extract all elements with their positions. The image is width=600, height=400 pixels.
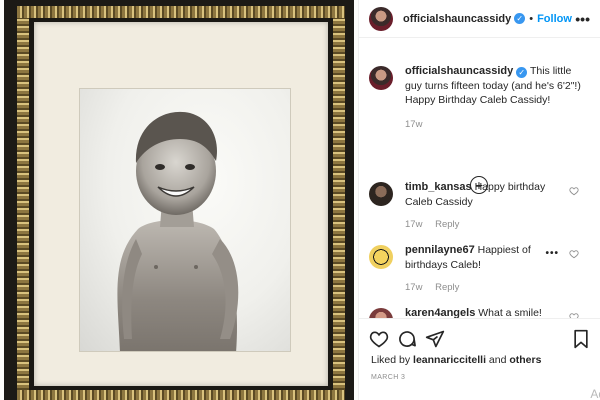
- caption-username[interactable]: officialshauncassidy: [405, 65, 513, 77]
- commenter-avatar[interactable]: [369, 245, 393, 269]
- more-options-icon[interactable]: •••: [575, 11, 590, 27]
- follow-button[interactable]: Follow: [537, 13, 572, 25]
- comment-text: What a smile!: [478, 307, 542, 318]
- post-sidebar: officialshauncassidy ✓ • Follow ••• offi…: [358, 0, 600, 400]
- post-date[interactable]: MARCH 3: [371, 374, 405, 381]
- liked-by-others-link[interactable]: others: [509, 354, 541, 366]
- verified-badge-icon: ✓: [516, 67, 528, 78]
- verified-badge-icon: ✓: [514, 13, 526, 24]
- comment-bubble-icon[interactable]: [397, 329, 417, 349]
- commenter-avatar[interactable]: [369, 308, 393, 318]
- liked-by-and: and: [488, 354, 507, 366]
- commenter-avatar[interactable]: [369, 182, 393, 206]
- comment-options-icon[interactable]: •••: [545, 248, 559, 259]
- follow-separator: •: [529, 12, 534, 25]
- commenter-username[interactable]: pennilayne67: [405, 244, 475, 256]
- like-comment-heart-icon[interactable]: [569, 186, 579, 196]
- comment-item: timb_kansas Happy birthday Caleb Cassidy…: [369, 180, 591, 233]
- owner-username[interactable]: officialshauncassidy: [403, 13, 511, 25]
- save-bookmark-icon[interactable]: [571, 329, 591, 349]
- child-portrait-photo: [79, 88, 291, 352]
- post-header: officialshauncassidy ✓ • Follow •••: [359, 0, 600, 38]
- reply-button[interactable]: Reply: [435, 282, 459, 293]
- liked-by-summary[interactable]: Liked by leannariccitelli and others: [371, 354, 541, 366]
- commenter-username[interactable]: timb_kansas: [405, 181, 472, 193]
- like-comment-heart-icon[interactable]: [569, 249, 579, 259]
- liked-by-prefix: Liked by: [371, 354, 411, 366]
- post-actions: Liked by leannariccitelli and others MAR…: [359, 318, 600, 400]
- comment-age[interactable]: 17w: [405, 219, 422, 230]
- caption: officialshauncassidy ✓ This little guy tu…: [369, 64, 591, 132]
- comment-item: karen4angels What a smile!: [369, 306, 591, 318]
- owner-avatar[interactable]: [369, 6, 393, 31]
- like-heart-icon[interactable]: [369, 329, 389, 349]
- commenter-username[interactable]: karen4angels: [405, 307, 475, 318]
- reply-button[interactable]: Reply: [435, 219, 459, 230]
- comment-age[interactable]: 17w: [405, 282, 422, 293]
- liked-by-user-link[interactable]: leannariccitelli: [413, 354, 486, 366]
- caption-age[interactable]: 17w: [405, 119, 422, 130]
- add-comment-input[interactable]: Ad: [590, 387, 600, 400]
- post-photo[interactable]: [0, 0, 358, 400]
- share-paper-plane-icon[interactable]: [425, 329, 445, 349]
- comments-list[interactable]: officialshauncassidy ✓ This little guy tu…: [359, 38, 600, 318]
- caption-avatar[interactable]: [369, 66, 393, 90]
- comment-item: pennilayne67 Happiest of birthdays Caleb…: [369, 243, 591, 296]
